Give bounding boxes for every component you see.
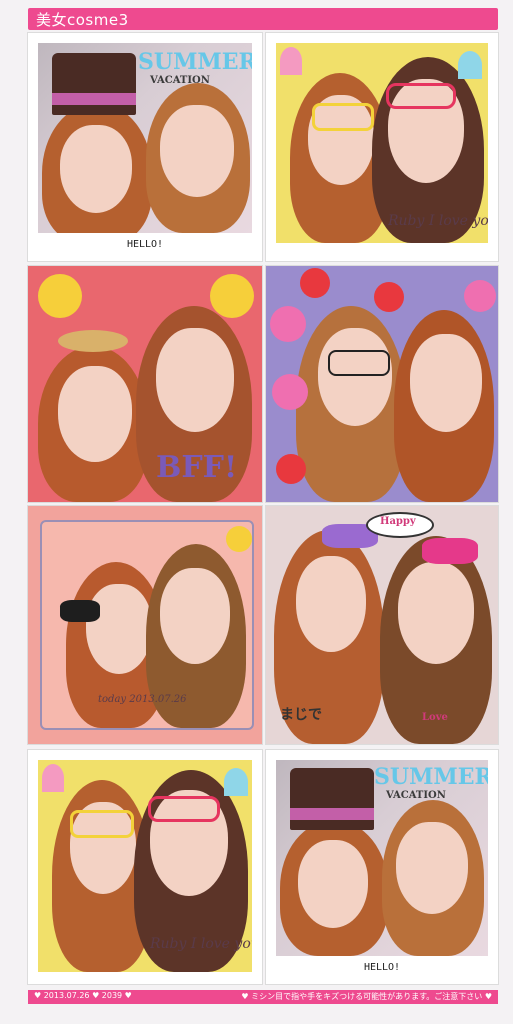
- photo-frame-4: [266, 266, 498, 502]
- pink-bow-sticker: [422, 538, 478, 564]
- vacation-sticker: VACATION: [150, 75, 210, 86]
- person-face: [58, 366, 132, 462]
- handwriting-text: Ruby I love you: [150, 936, 252, 952]
- photo-5: today 2013.07.26: [40, 520, 254, 730]
- heart-glasses-sticker: [386, 83, 456, 109]
- person-face: [86, 584, 152, 674]
- footer-date: ♥ 2013.07.26 ♥ 2039 ♥: [34, 991, 132, 1000]
- person-face: [410, 334, 482, 432]
- date-stamp: today 2013.07.26: [98, 694, 187, 705]
- summer-sticker: SUMMER: [138, 49, 252, 75]
- photo-2: Ruby I love you: [276, 43, 488, 243]
- ice-cream-icon: [42, 764, 64, 792]
- hibiscus-icon: [270, 306, 306, 342]
- photo-frame-6: Happy まじで Love: [266, 506, 498, 744]
- person-face: [160, 568, 230, 664]
- vacation-sticker: VACATION: [386, 790, 446, 801]
- ice-cream-icon: [280, 47, 302, 75]
- bow-sticker: [60, 600, 100, 622]
- ice-cream-icon: [458, 51, 482, 79]
- hibiscus-icon: [464, 280, 496, 312]
- person-face: [298, 840, 368, 928]
- person-face: [318, 328, 392, 426]
- person-face: [156, 328, 234, 432]
- person-face: [160, 105, 234, 197]
- footer-warning: ♥ ミシン目で指や手をキズつける可能性があります。ご注意下さい ♥: [241, 992, 492, 1001]
- sunflower-icon: [38, 274, 82, 318]
- photo-8: SUMMER VACATION: [276, 760, 488, 956]
- photo-frame-5: today 2013.07.26: [28, 506, 262, 744]
- top-hat-sticker: [52, 53, 136, 115]
- summer-sticker: SUMMER: [374, 764, 488, 790]
- bottom-caption: まじで: [280, 707, 322, 723]
- header-bar: 美女cosme3: [28, 8, 498, 30]
- photo-frame-8: SUMMER VACATION HELLO!: [266, 750, 498, 984]
- handwriting-text: Ruby I love you: [388, 213, 488, 229]
- hibiscus-icon: [272, 374, 308, 410]
- person-face: [396, 822, 468, 914]
- ice-cream-icon: [224, 768, 248, 796]
- top-hat-sticker: [290, 768, 374, 830]
- happy-bubble-text: Happy: [380, 516, 416, 527]
- star-glasses-sticker: [312, 103, 374, 131]
- hat-band: [290, 808, 374, 820]
- bff-sticker: BFF!: [156, 450, 238, 485]
- photo-frame-7: Ruby I love you: [28, 750, 262, 984]
- sticker-sheet: 美女cosme3 SUMMER VACATION HELLO! Ruby I l…: [0, 0, 513, 1024]
- person-face: [398, 562, 474, 664]
- heart-glasses-sticker: [148, 796, 220, 822]
- hibiscus-icon: [374, 282, 404, 312]
- star-glasses-sticker: [70, 810, 134, 838]
- photo-caption: HELLO!: [363, 962, 401, 973]
- photo-frame-2: Ruby I love you: [266, 33, 498, 261]
- person-face: [60, 125, 132, 213]
- hibiscus-icon: [276, 454, 306, 484]
- footer-bar: ♥ 2013.07.26 ♥ 2039 ♥ ♥ ミシン目で指や手をキズつける可能…: [28, 990, 498, 1004]
- photo-6: Happy まじで Love: [266, 506, 498, 744]
- love-badge: Love: [422, 712, 448, 723]
- hat-band: [52, 93, 136, 105]
- photo-7: Ruby I love you: [38, 760, 252, 972]
- straw-hat-sticker: [58, 330, 128, 352]
- photo-4: [266, 266, 498, 502]
- sunflower-icon: [210, 274, 254, 318]
- header-title: 美女cosme3: [36, 11, 129, 29]
- photo-frame-1: SUMMER VACATION HELLO!: [28, 33, 262, 261]
- glasses-sticker: [328, 350, 390, 376]
- photo-frame-3: BFF!: [28, 266, 262, 502]
- photo-1: SUMMER VACATION: [38, 43, 252, 233]
- sunflower-icon: [226, 526, 252, 552]
- photo-caption: HELLO!: [126, 239, 164, 250]
- hibiscus-icon: [300, 268, 330, 298]
- person-face: [296, 556, 366, 652]
- photo-3: BFF!: [28, 266, 262, 502]
